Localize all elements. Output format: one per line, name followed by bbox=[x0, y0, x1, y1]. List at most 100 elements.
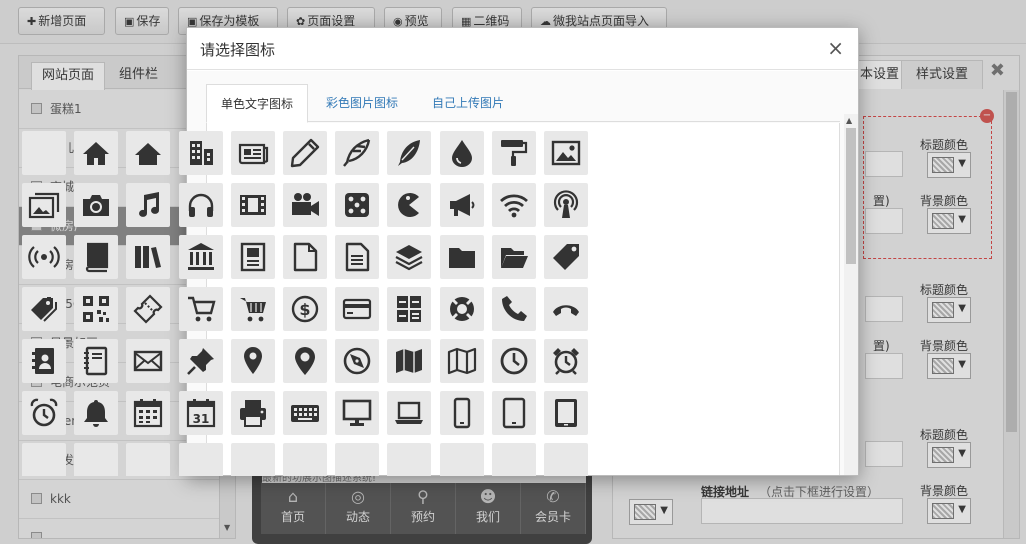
location-2-icon[interactable] bbox=[283, 339, 327, 383]
address-book-icon[interactable] bbox=[22, 339, 66, 383]
image-icon[interactable] bbox=[544, 131, 588, 175]
pencil-icon[interactable] bbox=[283, 131, 327, 175]
alarm-icon[interactable] bbox=[544, 339, 588, 383]
film-icon[interactable] bbox=[231, 183, 275, 227]
phone-icon-glyph bbox=[502, 296, 527, 321]
building-icon[interactable] bbox=[179, 131, 223, 175]
music-icon[interactable] bbox=[126, 183, 170, 227]
map-icon[interactable] bbox=[387, 339, 431, 383]
headphones-icon-glyph bbox=[188, 193, 214, 217]
icon-option-cut-off[interactable] bbox=[544, 443, 588, 476]
cart-outline-icon[interactable] bbox=[231, 287, 275, 331]
phone-icon[interactable] bbox=[492, 287, 536, 331]
folder-icon-glyph bbox=[449, 248, 475, 268]
ticket-icon[interactable] bbox=[126, 287, 170, 331]
printer-icon[interactable] bbox=[231, 391, 275, 435]
icon-option-cut-off[interactable] bbox=[335, 443, 379, 476]
icon-option-cut-off[interactable] bbox=[74, 443, 118, 476]
tablet-2-icon[interactable] bbox=[544, 391, 588, 435]
clock-icon-glyph bbox=[500, 347, 528, 375]
location-icon[interactable] bbox=[231, 339, 275, 383]
price-tags-icon[interactable] bbox=[22, 287, 66, 331]
alarm-2-icon[interactable] bbox=[22, 391, 66, 435]
icon-option-cut-off[interactable] bbox=[22, 443, 66, 476]
broadcast-icon[interactable] bbox=[22, 235, 66, 279]
dialog-scrollbar[interactable]: ▲ ▼ bbox=[844, 114, 858, 475]
laptop-icon[interactable] bbox=[387, 391, 431, 435]
tablet-icon[interactable] bbox=[492, 391, 536, 435]
library-icon[interactable] bbox=[179, 235, 223, 279]
wifi-icon[interactable] bbox=[492, 183, 536, 227]
books-icon-glyph bbox=[135, 246, 161, 268]
building-icon-glyph bbox=[190, 141, 213, 165]
stack-icon[interactable] bbox=[387, 235, 431, 279]
compass-icon[interactable] bbox=[335, 339, 379, 383]
map-2-icon[interactable] bbox=[440, 339, 484, 383]
tab-mono-icons[interactable]: 单色文字图标 bbox=[206, 84, 309, 123]
folder-open-icon[interactable] bbox=[492, 235, 536, 279]
pushpin-icon-glyph bbox=[187, 348, 214, 375]
icon-option-cut-off[interactable] bbox=[231, 443, 275, 476]
svg-text:31: 31 bbox=[193, 412, 210, 426]
calendar-31-icon[interactable]: 31 bbox=[179, 391, 223, 435]
file-text-icon[interactable] bbox=[335, 235, 379, 279]
dialog-close-icon[interactable]: × bbox=[827, 37, 844, 59]
feather-icon[interactable] bbox=[387, 131, 431, 175]
dice-icon[interactable] bbox=[335, 183, 379, 227]
icon-option-cut-off[interactable] bbox=[126, 443, 170, 476]
tab-color-icons[interactable]: 彩色图片图标 bbox=[312, 84, 412, 123]
phone-hang-up-icon[interactable] bbox=[544, 287, 588, 331]
newspaper-icon-glyph bbox=[238, 143, 269, 165]
film-icon-glyph bbox=[240, 195, 266, 215]
coin-dollar-icon[interactable]: $ bbox=[283, 287, 327, 331]
cart-icon[interactable] bbox=[179, 287, 223, 331]
credit-card-icon[interactable] bbox=[335, 287, 379, 331]
scroll-up-arrow-icon[interactable]: ▲ bbox=[846, 116, 852, 125]
bullhorn-icon[interactable] bbox=[440, 183, 484, 227]
dialog-scroll-thumb[interactable] bbox=[846, 128, 856, 264]
pushpin-icon[interactable] bbox=[179, 339, 223, 383]
calculator-icon[interactable] bbox=[387, 287, 431, 331]
folder-icon[interactable] bbox=[440, 235, 484, 279]
price-tag-icon[interactable] bbox=[544, 235, 588, 279]
file-icon[interactable] bbox=[283, 235, 327, 279]
image-icon-glyph bbox=[551, 140, 581, 166]
clock-icon[interactable] bbox=[492, 339, 536, 383]
display-icon[interactable] bbox=[335, 391, 379, 435]
video-camera-icon[interactable] bbox=[283, 183, 327, 227]
icon-option-cut-off[interactable] bbox=[440, 443, 484, 476]
icon-option-cut-off[interactable] bbox=[492, 443, 536, 476]
blank-icon-option[interactable] bbox=[22, 131, 66, 175]
bell-icon[interactable] bbox=[74, 391, 118, 435]
home-solid-icon[interactable] bbox=[126, 131, 170, 175]
images-icon[interactable] bbox=[22, 183, 66, 227]
calendar-icon[interactable] bbox=[126, 391, 170, 435]
quill-icon[interactable] bbox=[335, 131, 379, 175]
icon-option-cut-off[interactable] bbox=[387, 443, 431, 476]
price-tags-icon-glyph bbox=[31, 297, 57, 322]
paint-roller-icon[interactable] bbox=[492, 131, 536, 175]
profile-icon[interactable] bbox=[231, 235, 275, 279]
printer-icon-glyph bbox=[240, 400, 266, 427]
books-icon[interactable] bbox=[126, 235, 170, 279]
notebook-icon[interactable] bbox=[74, 339, 118, 383]
book-icon[interactable] bbox=[74, 235, 118, 279]
keyboard-icon[interactable] bbox=[283, 391, 327, 435]
tab-upload-image[interactable]: 自己上传图片 bbox=[418, 84, 518, 123]
pencil-icon-glyph bbox=[290, 138, 320, 168]
icon-option-cut-off[interactable] bbox=[179, 443, 223, 476]
droplet-icon[interactable] bbox=[440, 131, 484, 175]
display-icon-glyph bbox=[342, 399, 372, 426]
mobile-icon[interactable] bbox=[440, 391, 484, 435]
home-icon[interactable] bbox=[74, 131, 118, 175]
newspaper-icon[interactable] bbox=[231, 131, 275, 175]
envelope-icon[interactable] bbox=[126, 339, 170, 383]
podcast-icon[interactable] bbox=[544, 183, 588, 227]
lifebuoy-icon[interactable] bbox=[440, 287, 484, 331]
headphones-icon[interactable] bbox=[179, 183, 223, 227]
icon-option-cut-off[interactable] bbox=[283, 443, 327, 476]
camera-icon[interactable] bbox=[74, 183, 118, 227]
qrcode-icon[interactable] bbox=[74, 287, 118, 331]
bullhorn-icon-glyph bbox=[450, 194, 475, 216]
pacman-icon[interactable] bbox=[387, 183, 431, 227]
